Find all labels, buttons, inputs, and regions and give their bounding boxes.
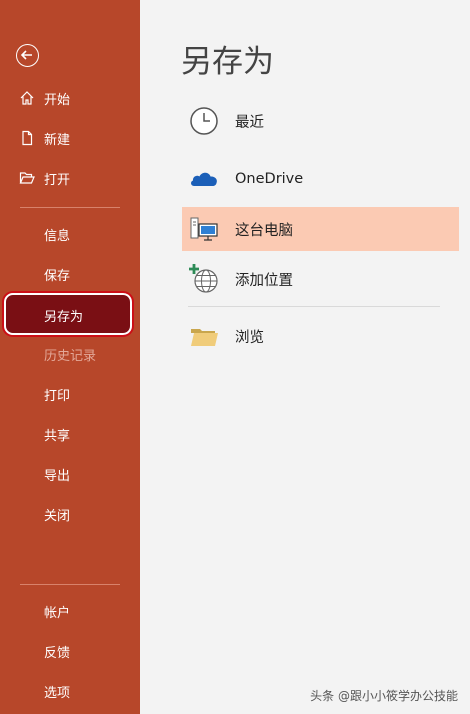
- location-label: 浏览: [235, 329, 264, 346]
- nav-item-save-as[interactable]: 另存为: [4, 293, 132, 335]
- location-add-place[interactable]: 添加位置: [182, 257, 459, 301]
- location-label: OneDrive: [235, 171, 304, 187]
- nav-item-export[interactable]: 导出: [0, 458, 140, 490]
- nav-item-options[interactable]: 选项: [0, 675, 140, 707]
- nav-label: 选项: [44, 685, 71, 701]
- sidebar-divider: [20, 207, 120, 208]
- page-title: 另存为: [181, 44, 274, 80]
- nav-item-feedback[interactable]: 反馈: [0, 635, 140, 667]
- nav-label: 导出: [44, 468, 71, 484]
- nav-label: 新建: [44, 132, 71, 148]
- content-divider: [188, 306, 440, 307]
- nav-item-account[interactable]: 帐户: [0, 595, 140, 627]
- home-icon: [20, 91, 34, 105]
- nav-label: 关闭: [44, 508, 71, 524]
- nav-label: 打印: [44, 388, 71, 404]
- watermark: 头条 @跟小小筱学办公技能: [310, 689, 458, 703]
- location-recent[interactable]: 最近: [182, 99, 459, 143]
- nav-item-info[interactable]: 信息: [0, 218, 140, 250]
- location-label: 添加位置: [235, 272, 293, 289]
- sidebar: 开始 新建 打开 信息 保存 另存为 历史记录 打印 共享 导出 关闭 帐户 反…: [0, 0, 140, 714]
- nav-item-close[interactable]: 关闭: [0, 498, 140, 530]
- new-document-icon: [22, 130, 33, 146]
- nav-label: 保存: [44, 268, 71, 284]
- folder-open-icon: [19, 172, 35, 184]
- nav-item-open[interactable]: 打开: [0, 162, 140, 194]
- nav-item-home[interactable]: 开始: [0, 82, 140, 114]
- nav-item-history: 历史记录: [0, 338, 140, 370]
- nav-label: 共享: [44, 428, 71, 444]
- nav-item-new[interactable]: 新建: [0, 122, 140, 154]
- location-label: 这台电脑: [235, 222, 293, 239]
- nav-item-print[interactable]: 打印: [0, 378, 140, 410]
- nav-label: 信息: [44, 228, 71, 244]
- nav-label: 另存为: [44, 310, 84, 325]
- cloud-icon: [191, 172, 217, 186]
- computer-icon: [190, 217, 218, 241]
- back-arrow-icon: [20, 50, 32, 60]
- location-browse[interactable]: 浏览: [182, 314, 459, 358]
- location-label: 最近: [235, 114, 264, 131]
- nav-item-save[interactable]: 保存: [0, 258, 140, 290]
- nav-label: 历史记录: [44, 348, 97, 364]
- nav-item-share[interactable]: 共享: [0, 418, 140, 450]
- clock-icon: [190, 107, 218, 135]
- back-button[interactable]: [16, 44, 39, 67]
- add-location-globe-icon: [189, 264, 218, 293]
- nav-label: 帐户: [44, 605, 71, 621]
- location-this-pc[interactable]: 这台电脑: [182, 207, 459, 251]
- folder-icon: [191, 329, 218, 346]
- location-onedrive[interactable]: OneDrive: [182, 157, 459, 201]
- nav-label: 开始: [44, 92, 71, 108]
- nav-label: 反馈: [44, 645, 71, 661]
- sidebar-divider: [20, 584, 120, 585]
- nav-label: 打开: [44, 172, 71, 188]
